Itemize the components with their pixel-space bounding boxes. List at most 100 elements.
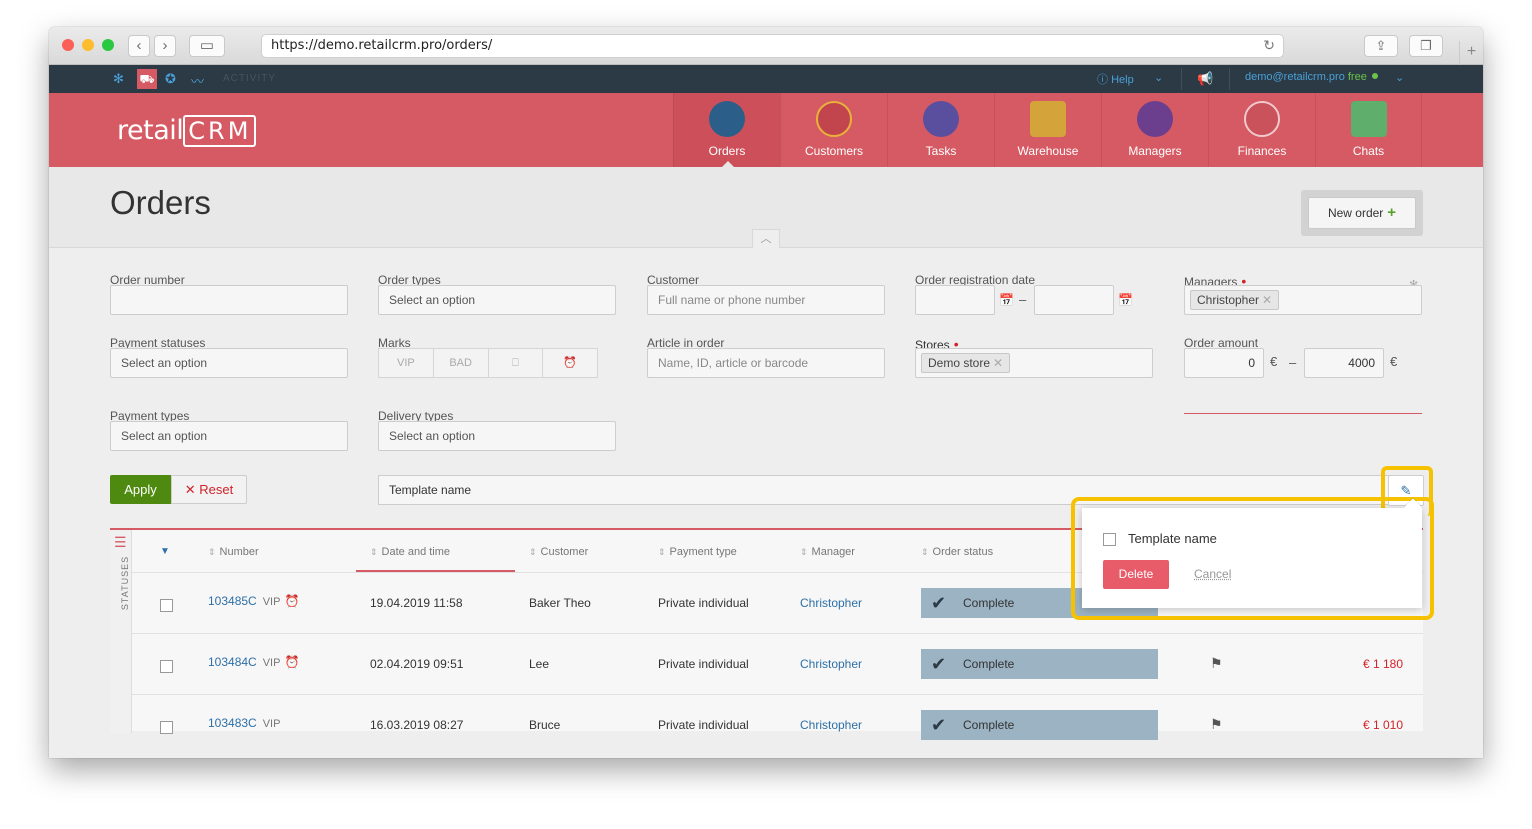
order-number-input[interactable] [110,285,348,315]
nav-item-warehouse[interactable]: Warehouse [994,93,1101,167]
date-from-input[interactable] [915,285,995,315]
retailcrm-logo[interactable]: retail CRM [117,115,257,147]
date-cell: 02.04.2019 09:51 [370,657,464,671]
nav-item-tasks[interactable]: Tasks [887,93,994,167]
calendar-icon[interactable]: 📅 [1118,293,1133,307]
zoom-window-button[interactable] [102,39,114,51]
reset-label: Reset [199,482,234,497]
reload-icon[interactable]: ↻ [1263,35,1275,57]
mark-vip-toggle[interactable]: VIP [379,349,434,377]
warehouse-box-icon [1030,101,1066,137]
delete-template-button[interactable]: Delete [1103,560,1169,589]
currency-symbol: € [1390,354,1398,369]
cart-icon[interactable]: ⛟ [137,69,157,89]
remove-tag-icon[interactable]: ✕ [1262,293,1272,307]
column-header-payment-type[interactable]: ⇕ Payment type [658,546,737,558]
help-label: Help [1111,74,1134,86]
analytics-icon[interactable]: 〰 [191,71,204,90]
price-cell: € 1 180 [1362,657,1403,671]
share-icon[interactable]: ⇪ [1364,35,1398,57]
apply-button[interactable]: Apply [110,475,171,504]
new-tab-button[interactable]: + [1459,41,1483,65]
payment-type-cell: Private individual [658,718,749,732]
mark-calendar-icon[interactable]: ⎕ [489,349,544,377]
account-chevron-down-icon[interactable]: ⌄ [1395,71,1404,84]
payment-types-select[interactable]: Select an option [110,421,348,451]
row-checkbox[interactable] [160,599,173,612]
customer-cell: Baker Theo [529,596,591,610]
help-link[interactable]: ⓘ Help [1097,71,1134,87]
mark-alarm-icon[interactable]: ⏰ [543,349,597,377]
reset-button[interactable]: ✕ Reset [171,475,247,504]
close-window-button[interactable] [62,39,74,51]
nav-item-managers[interactable]: Managers [1101,93,1208,167]
payment-statuses-select[interactable]: Select an option [110,348,348,378]
online-status-dot [1371,73,1378,79]
order-types-select[interactable]: Select an option [378,285,616,315]
column-label: Customer [540,546,589,558]
minimize-window-button[interactable] [82,39,94,51]
chats-bubble-icon [1350,101,1387,137]
address-bar[interactable]: https://demo.retailcrm.pro/orders/ ↻ [261,34,1284,58]
amount-from-input[interactable]: 0 [1184,348,1264,378]
column-header-date[interactable]: ⇕ Date and time [370,546,450,558]
statuses-sidebar[interactable]: ☰ STATUSES [110,530,132,733]
column-label: Payment type [669,546,737,558]
nav-item-finances[interactable]: Finances [1208,93,1315,167]
select-all-chevron-down-icon[interactable]: ▼ [160,546,170,557]
row-checkbox[interactable] [160,660,173,673]
nav-item-chats[interactable]: Chats [1315,93,1422,167]
manager-cell[interactable]: Christopher [800,596,862,610]
column-header-customer[interactable]: ⇕ Customer [529,546,588,558]
mark-bad-toggle[interactable]: BAD [434,349,489,377]
user-account[interactable]: demo@retailcrm.pro free [1245,71,1378,83]
calendar-icon[interactable]: 📅 [999,293,1014,307]
tabs-overview-icon[interactable]: ❐ [1409,35,1443,57]
order-number-link[interactable]: 103483C [208,716,257,730]
date-cell: 19.04.2019 11:58 [370,596,463,610]
help-chevron-down-icon[interactable]: ⌄ [1154,71,1163,84]
sidebar-toggle-icon[interactable]: ▭ [189,35,225,57]
settings-gear-icon[interactable]: ✻ [113,71,124,87]
table-row[interactable]: 103484C VIP ⏰ 02.04.2019 09:51 Lee Private… [132,633,1423,694]
article-input[interactable]: Name, ID, article or barcode [647,348,885,378]
template-checkbox[interactable] [1103,533,1116,546]
sort-icon: ⇕ [800,547,808,557]
forward-button[interactable]: › [154,35,176,57]
managers-select[interactable]: Christopher ✕ [1184,285,1422,315]
nav-item-orders[interactable]: Orders [673,93,780,167]
date-to-input[interactable] [1034,285,1114,315]
column-header-number[interactable]: ⇕ Number [208,546,259,558]
manager-cell[interactable]: Christopher [800,718,862,732]
order-status-badge[interactable]: ✔ Complete [921,710,1158,740]
status-label: Complete [963,657,1015,671]
remove-tag-icon[interactable]: ✕ [993,356,1003,370]
amount-to-input[interactable]: 4000 [1304,348,1384,378]
collapse-filters-chevron-up-icon[interactable]: ︿ [752,229,780,248]
column-header-manager[interactable]: ⇕ Manager [800,546,855,558]
delivery-types-select[interactable]: Select an option [378,421,616,451]
row-checkbox[interactable] [160,721,173,734]
order-number-link[interactable]: 103484C [208,655,257,669]
order-status-badge[interactable]: ✔ Complete [921,649,1158,679]
menu-lines-icon[interactable]: ☰ [114,534,127,551]
integration-icon[interactable]: ✪ [165,71,176,87]
order-number-link[interactable]: 103485C [208,594,257,608]
megaphone-icon[interactable]: 📢 [1197,71,1213,87]
stores-select[interactable]: Demo store ✕ [915,348,1153,378]
back-button[interactable]: ‹ [128,35,150,57]
main-navigation: retail CRM Orders Customers Tasks Warehou… [49,93,1483,167]
status-label: Complete [963,596,1015,610]
new-order-button[interactable]: New order + [1308,197,1416,229]
cancel-button[interactable]: Cancel [1194,567,1231,581]
manager-cell[interactable]: Christopher [800,657,862,671]
activity-label[interactable]: ACTIVITY [223,73,276,84]
sort-icon: ⇕ [529,547,537,557]
nav-item-customers[interactable]: Customers [780,93,887,167]
vip-badge: VIP [262,596,281,608]
customer-input[interactable]: Full name or phone number [647,285,885,315]
table-row[interactable]: 103483C VIP 16.03.2019 08:27 Bruce Privat… [132,694,1423,755]
logo-prefix: retail [117,115,184,146]
managers-avatar-icon [1137,101,1173,137]
column-header-order-status[interactable]: ⇕ Order status [921,546,993,558]
